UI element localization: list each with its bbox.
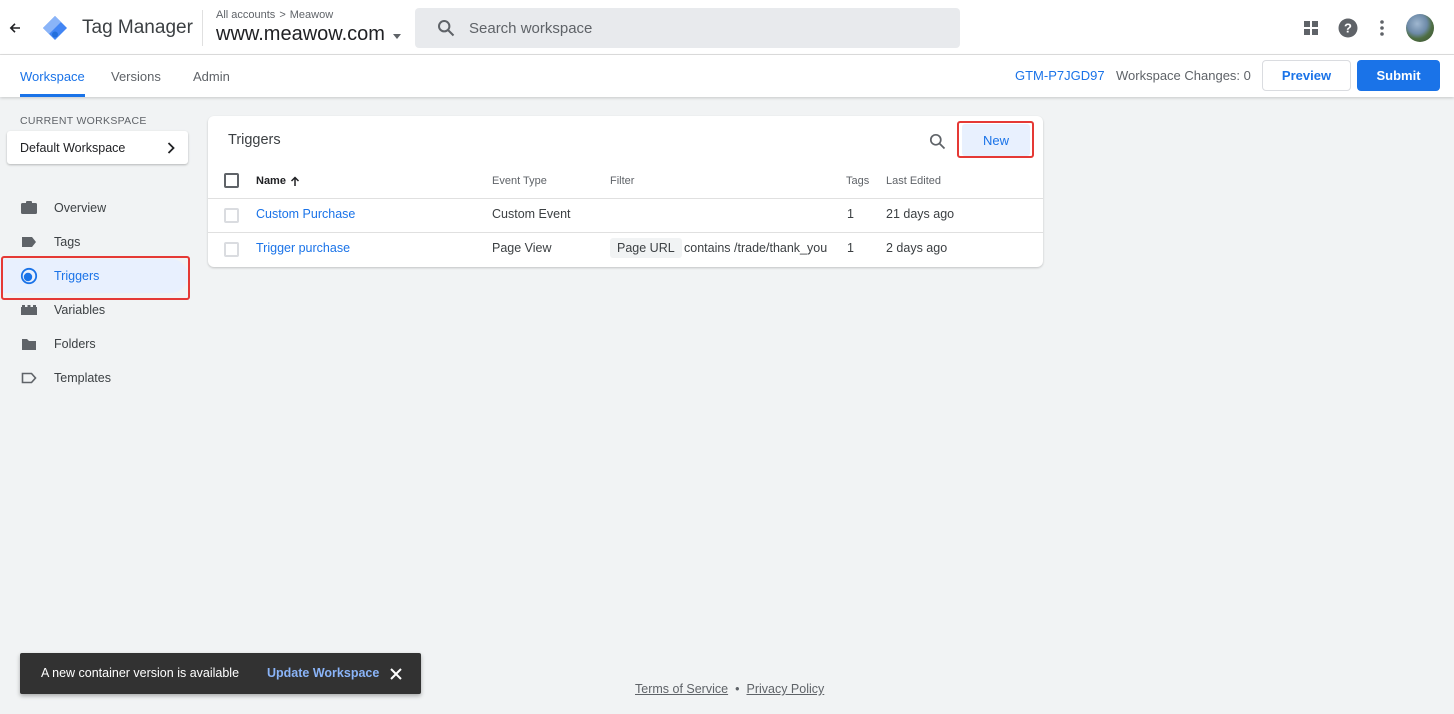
tag-icon [20, 233, 38, 251]
event-type-cell: Custom Event [492, 207, 571, 221]
trigger-name-link[interactable]: Custom Purchase [256, 207, 355, 221]
row-divider [208, 198, 1043, 199]
filter-variable-chip: Page URL [610, 238, 682, 258]
back-arrow-icon[interactable] [6, 18, 24, 38]
card-title: Triggers [228, 132, 281, 148]
briefcase-icon [20, 199, 38, 217]
sidebar-item-folders[interactable]: Folders [0, 327, 190, 361]
header-divider [202, 10, 203, 46]
workspace-selector[interactable]: Default Workspace [7, 131, 188, 164]
svg-text:?: ? [1344, 21, 1352, 36]
new-trigger-button[interactable]: New [962, 124, 1030, 156]
sidebar-item-overview[interactable]: Overview [0, 191, 190, 225]
sort-ascending-icon [290, 175, 299, 186]
workspace-changes-count: Workspace Changes: 0 [1116, 68, 1251, 83]
help-icon[interactable]: ? [1337, 17, 1359, 39]
sidebar-item-label: Overview [54, 201, 107, 215]
close-icon[interactable] [387, 665, 405, 683]
search-input[interactable] [469, 19, 909, 37]
folder-icon [20, 335, 38, 353]
submit-button[interactable]: Submit [1357, 60, 1440, 91]
workspace-name: Default Workspace [20, 140, 126, 155]
chevron-right-icon [167, 141, 175, 154]
breadcrumb-separator: > [279, 9, 286, 21]
column-header-last-edited[interactable]: Last Edited [886, 175, 941, 187]
breadcrumb-account[interactable]: Meawow [290, 9, 333, 21]
template-icon [20, 369, 38, 387]
column-header-tags[interactable]: Tags [846, 175, 869, 187]
apps-grid-icon[interactable] [1300, 17, 1322, 39]
preview-button[interactable]: Preview [1262, 60, 1351, 91]
sidebar-item-variables[interactable]: Variables [0, 293, 190, 327]
triggers-card: Triggers New Name Event Type Filter Tags… [208, 116, 1043, 267]
container-selector[interactable]: www.meawow.com [216, 23, 401, 46]
tag-manager-logo-icon [42, 15, 68, 41]
container-id-link[interactable]: GTM-P7JGD97 [1015, 68, 1105, 83]
tab-versions[interactable]: Versions [111, 55, 161, 97]
tab-workspace[interactable]: Workspace [20, 55, 85, 97]
trigger-name-link[interactable]: Trigger purchase [256, 241, 350, 255]
product-name: Tag Manager [82, 17, 193, 38]
sidebar-item-triggers[interactable]: Triggers [0, 259, 188, 293]
caret-down-icon [392, 33, 401, 39]
variables-icon [20, 301, 38, 319]
row-divider [208, 232, 1043, 233]
sidebar-item-label: Variables [54, 303, 106, 317]
sidebar-item-label: Templates [54, 371, 111, 385]
tags-count-cell: 1 [847, 207, 854, 221]
privacy-policy-link[interactable]: Privacy Policy [746, 682, 824, 696]
tab-admin[interactable]: Admin [193, 55, 230, 97]
more-vert-icon[interactable] [1371, 17, 1393, 39]
breadcrumb-all-accounts[interactable]: All accounts [216, 9, 275, 21]
snackbar: A new container version is available Upd… [20, 653, 421, 694]
last-edited-cell: 21 days ago [886, 207, 955, 221]
app-bar: Tag Manager All accounts > Meawow www.me… [0, 0, 1454, 55]
sidebar-item-label: Folders [54, 337, 96, 351]
select-all-checkbox[interactable] [224, 173, 239, 188]
current-workspace-label: CURRENT WORKSPACE [20, 115, 147, 127]
row-checkbox[interactable] [224, 208, 239, 223]
sidebar-item-label: Triggers [54, 269, 100, 283]
sidebar-item-templates[interactable]: Templates [0, 361, 190, 395]
workspace-subbar: Workspace Versions Admin GTM-P7JGD97 Wor… [0, 55, 1454, 97]
row-checkbox[interactable] [224, 242, 239, 257]
search-bar [415, 8, 960, 48]
sidebar-item-tags[interactable]: Tags [0, 225, 190, 259]
column-header-filter: Filter [610, 175, 635, 187]
sidebar-item-label: Tags [54, 235, 81, 249]
snackbar-message: A new container version is available [41, 666, 240, 680]
container-name: www.meawow.com [216, 23, 385, 45]
trigger-icon [20, 267, 38, 285]
tags-count-cell: 1 [847, 241, 854, 255]
terms-of-service-link[interactable]: Terms of Service [635, 682, 728, 696]
column-header-label: Name [256, 175, 286, 187]
breadcrumb: All accounts > Meawow [216, 9, 333, 21]
search-icon [438, 20, 455, 37]
column-header-event-type[interactable]: Event Type [492, 175, 547, 187]
filter-condition-text: contains /trade/thank_you [684, 241, 828, 255]
update-workspace-button[interactable]: Update Workspace [267, 666, 379, 680]
last-edited-cell: 2 days ago [886, 241, 948, 255]
avatar[interactable] [1406, 14, 1434, 42]
event-type-cell: Page View [492, 241, 552, 255]
search-icon[interactable] [926, 130, 948, 152]
column-header-name[interactable]: Name [256, 175, 300, 187]
footer-separator: • [735, 682, 740, 696]
footer: Terms of Service • Privacy Policy [635, 682, 824, 696]
